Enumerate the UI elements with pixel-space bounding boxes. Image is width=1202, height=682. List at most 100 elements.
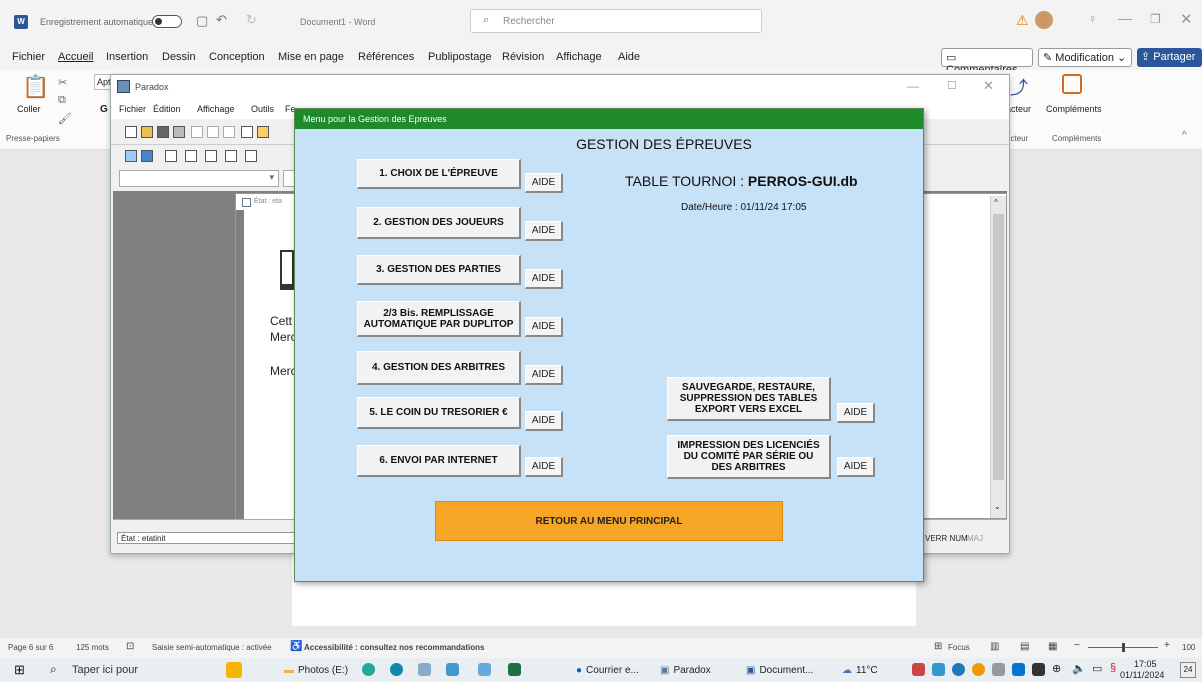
menu-dessin[interactable]: Dessin <box>162 51 196 63</box>
next-page-icon[interactable] <box>205 150 217 162</box>
focus-icon[interactable]: ⊞ <box>934 641 942 652</box>
open-icon[interactable] <box>141 126 153 138</box>
aide-button-2[interactable]: AIDE <box>525 221 563 241</box>
clock-date[interactable]: 01/11/2024 <box>1120 670 1164 680</box>
last-record-icon[interactable] <box>245 150 257 162</box>
print-icon[interactable] <box>173 126 185 138</box>
paste-icon[interactable]: 📋 <box>22 74 49 100</box>
photos-app-icon[interactable] <box>418 663 431 676</box>
restore-icon[interactable]: ❐ <box>1150 12 1161 26</box>
weather-widget[interactable]: ☁ 11°C <box>842 662 878 678</box>
table-icon[interactable] <box>241 126 253 138</box>
zoom-out-icon[interactable]: − <box>1074 640 1080 651</box>
tray-icon-4[interactable] <box>972 663 985 676</box>
undo-icon[interactable]: ↶ <box>216 12 227 28</box>
taskbar-word[interactable]: ▣ Document... <box>746 662 813 678</box>
cut-icon[interactable]: ✂ <box>58 76 67 89</box>
query-icon[interactable] <box>257 126 269 138</box>
save-icon[interactable] <box>157 126 169 138</box>
status-mode[interactable]: Saisie semi-automatique : activée <box>152 643 272 652</box>
aide-button-3[interactable]: AIDE <box>525 269 563 289</box>
menu-affichage[interactable]: Affichage <box>556 51 602 63</box>
zoom-slider[interactable] <box>1088 643 1158 652</box>
cut-icon[interactable] <box>191 126 203 138</box>
first-record-icon[interactable] <box>165 150 177 162</box>
aide-button-5[interactable]: AIDE <box>525 365 563 385</box>
tray-icon-7[interactable] <box>1032 663 1045 676</box>
pdx-menu-fichier[interactable]: Fichier <box>119 104 146 114</box>
menu-conception[interactable]: Conception <box>209 51 265 63</box>
read-mode-icon[interactable]: ▥ <box>990 641 999 652</box>
copy-icon[interactable]: ⧉ <box>58 94 66 107</box>
gestion-parties-button[interactable]: 3. GESTION DES PARTIES <box>357 255 521 285</box>
aide-button-6[interactable]: AIDE <box>525 411 563 431</box>
scroll-down-icon[interactable]: ⌄ <box>994 502 1001 511</box>
accessibility-icon[interactable]: ♿ <box>290 641 302 652</box>
monitor-icon[interactable] <box>478 663 491 676</box>
format-painter-icon[interactable]: 🖌 <box>58 112 72 125</box>
sauvegarde-button[interactable]: SAUVEGARDE, RESTAURE, SUPPRESSION DES TA… <box>667 377 831 421</box>
menu-accueil[interactable]: Accueil <box>58 51 93 63</box>
envoi-internet-button[interactable]: 6. ENVOI PAR INTERNET <box>357 445 521 477</box>
menu-revision[interactable]: Révision <box>502 51 544 63</box>
proofing-icon[interactable]: ⊡ <box>126 641 134 652</box>
comments-button[interactable]: ▭ Commentaires <box>941 48 1033 76</box>
redo-icon[interactable]: ↻ <box>246 12 257 28</box>
status-zoom[interactable]: 100 <box>1182 643 1195 652</box>
status-page[interactable]: Page 6 sur 6 <box>8 643 53 652</box>
windows-start-icon[interactable]: ⊞ <box>14 662 25 678</box>
notification-icon[interactable]: 24 <box>1180 662 1196 678</box>
chrome-icon[interactable] <box>362 663 375 676</box>
print-layout-icon[interactable]: ▤ <box>1020 641 1029 652</box>
scroll-up-icon[interactable]: ^ <box>994 198 998 207</box>
impression-licencies-button[interactable]: IMPRESSION DES LICENCIÉS DU COMITÉ PAR S… <box>667 435 831 479</box>
autosave-toggle[interactable] <box>152 15 182 28</box>
collapse-ribbon-icon[interactable]: ^ <box>1182 130 1187 141</box>
taskbar-photos[interactable]: ▬ Photos (E:) <box>284 662 348 678</box>
chat-icon[interactable]: ▭ <box>1092 662 1102 675</box>
share-button[interactable]: ⇪ Partager <box>1137 48 1202 67</box>
new-icon[interactable] <box>125 126 137 138</box>
dictate-icon[interactable]: ⤴ <box>1010 74 1028 100</box>
menu-fichier[interactable]: Fichier <box>12 51 45 63</box>
avatar[interactable] <box>1035 11 1053 29</box>
paste-label[interactable]: Coller <box>17 104 41 114</box>
gestion-arbitres-button[interactable]: 4. GESTION DES ARBITRES <box>357 351 521 385</box>
report-vertical-scrollbar[interactable]: ^ ⌄ <box>990 196 1006 518</box>
retour-menu-principal-button[interactable]: RETOUR AU MENU PRINCIPAL <box>435 501 783 541</box>
run-icon[interactable] <box>141 150 153 162</box>
taskbar-search-input[interactable]: Taper ici pour <box>72 664 138 676</box>
aide-button-8[interactable]: AIDE <box>837 403 875 423</box>
scroll-thumb[interactable] <box>993 214 1004 480</box>
volume-icon[interactable]: 🔈 <box>1072 662 1086 675</box>
status-words[interactable]: 125 mots <box>76 643 109 652</box>
taskbar-paradox[interactable]: ▣ Paradox <box>660 662 711 678</box>
next-record-icon[interactable] <box>225 150 237 162</box>
menu-publipostage[interactable]: Publipostage <box>428 51 492 63</box>
choix-epreuve-button[interactable]: 1. CHOIX DE L'ÉPREUVE <box>357 159 521 189</box>
status-accessibility[interactable]: Accessibilité : consultez nos recommanda… <box>304 643 485 652</box>
menu-mise-en-page[interactable]: Mise en page <box>278 51 344 63</box>
tray-icon-2[interactable] <box>932 663 945 676</box>
menu-references[interactable]: Références <box>358 51 414 63</box>
lightbulb-icon[interactable]: ♀ <box>1088 12 1097 26</box>
word-search-input[interactable]: ⌕ Rechercher <box>470 9 762 33</box>
excel-icon[interactable] <box>508 663 521 676</box>
menu-insertion[interactable]: Insertion <box>106 51 148 63</box>
edge-icon[interactable] <box>390 663 403 676</box>
save-icon[interactable]: ▢ <box>196 13 208 29</box>
aide-button-7[interactable]: AIDE <box>525 457 563 477</box>
menu-aide[interactable]: Aide <box>618 51 640 63</box>
paradox-maximize-icon[interactable]: ☐ <box>947 79 957 92</box>
tray-icon-3[interactable] <box>952 663 965 676</box>
pdx-menu-edition[interactable]: Édition <box>153 104 181 114</box>
gestion-joueurs-button[interactable]: 2. GESTION DES JOUEURS <box>357 207 521 239</box>
zoom-in-icon[interactable]: + <box>1164 640 1170 651</box>
widget-icon[interactable] <box>226 662 242 678</box>
modification-button[interactable]: ✎ Modification ⌄ <box>1038 48 1132 67</box>
style-select[interactable]: ▾ <box>119 170 279 187</box>
pdx-menu-outils[interactable]: Outils <box>251 104 274 114</box>
paradox-close-icon[interactable]: ✕ <box>983 78 994 94</box>
prev-page-icon[interactable] <box>185 150 197 162</box>
close-icon[interactable]: ✕ <box>1180 10 1193 28</box>
